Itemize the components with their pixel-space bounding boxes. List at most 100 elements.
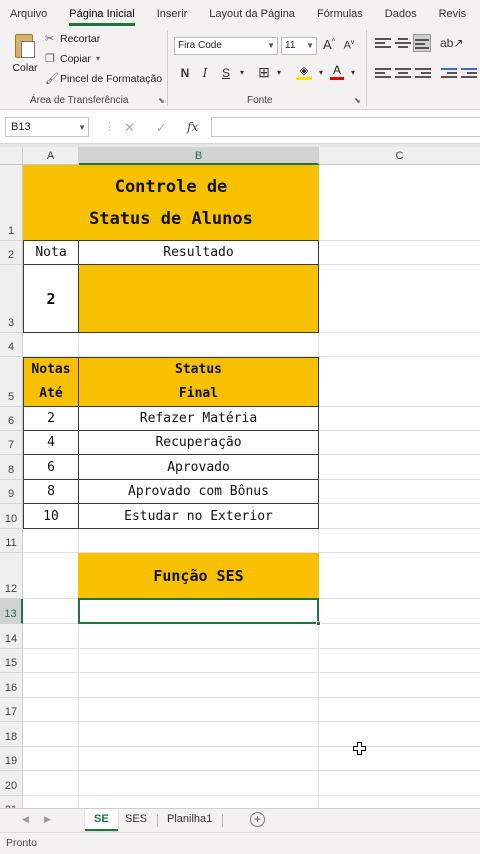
fill-color-dropdown-icon[interactable]: ▾ (313, 68, 329, 77)
next-sheet-icon[interactable]: ▶ (44, 814, 51, 825)
fill-color-button[interactable]: ◈ (296, 64, 312, 80)
bold-button[interactable]: N (177, 66, 193, 80)
tab-pagina-inicial[interactable]: Página Inicial (69, 8, 135, 26)
copy-dropdown-icon[interactable]: ▾ (96, 54, 100, 63)
tab-inserir[interactable]: Inserir (157, 8, 188, 26)
row-header[interactable]: 15 (0, 649, 23, 673)
sheet-tab-se[interactable]: SE (85, 809, 118, 831)
enter-icon[interactable]: ✓ (156, 120, 167, 136)
row-header[interactable]: 1 (0, 165, 23, 241)
table-row-nota[interactable]: 4 (23, 430, 79, 455)
italic-button[interactable]: I (197, 66, 213, 80)
sheet-tabs-bar: ◀ ▶ SE SES Planilha1 + (0, 808, 480, 832)
row-header[interactable]: 13 (0, 599, 23, 624)
font-color-button[interactable]: A (330, 63, 344, 81)
tab-arquivo[interactable]: Arquivo (10, 8, 47, 26)
sheet-tab-ses[interactable]: SES (116, 809, 156, 831)
underline-dropdown-icon[interactable]: ▾ (234, 68, 250, 77)
decrease-indent-icon[interactable] (441, 66, 457, 80)
table-row-nota[interactable]: 8 (23, 479, 79, 504)
align-top-icon[interactable] (375, 36, 391, 50)
insert-function-icon[interactable]: fx (187, 120, 198, 134)
row-header[interactable]: 17 (0, 698, 23, 722)
row-header[interactable]: 4 (0, 333, 23, 357)
row-header[interactable]: 6 (0, 407, 23, 431)
font-launcher-icon[interactable]: ⬊ (354, 96, 361, 105)
increase-indent-icon[interactable] (461, 66, 477, 80)
title-line-2: Status de Alunos (89, 208, 253, 229)
fill-handle[interactable] (316, 621, 321, 626)
previous-sheet-icon[interactable]: ◀ (22, 814, 29, 825)
table-row-status[interactable]: Estudar no Exterior (78, 503, 319, 529)
format-painter-button[interactable]: 🖌 Pincel de Formatação (45, 72, 162, 86)
table-row-nota[interactable]: 2 (23, 406, 79, 431)
row-header[interactable]: 11 (0, 529, 23, 553)
cells-area[interactable]: Controle de Status de Alunos Nota Result… (23, 165, 480, 808)
orientation-icon[interactable]: ab↗ (440, 36, 463, 50)
table-row-status[interactable]: Aprovado com Bônus (78, 479, 319, 504)
align-center-icon[interactable] (395, 66, 411, 80)
selected-cell-b13[interactable] (78, 598, 319, 624)
row-header[interactable]: 12 (0, 553, 23, 599)
table-row-nota[interactable]: 10 (23, 503, 79, 529)
row-header[interactable]: 14 (0, 624, 23, 649)
tab-layout-da-pagina[interactable]: Layout da Página (209, 8, 295, 26)
increase-font-button[interactable]: A^ (321, 37, 337, 52)
row-header[interactable]: 19 (0, 747, 23, 771)
row-header[interactable]: 9 (0, 480, 23, 504)
row-header[interactable]: 8 (0, 455, 23, 480)
underline-button[interactable]: S (218, 66, 234, 80)
divider (366, 30, 367, 106)
row-header[interactable]: 10 (0, 504, 23, 529)
table-row-nota[interactable]: 6 (23, 454, 79, 480)
font-size-select[interactable]: 11 ▼ (281, 37, 317, 55)
row-header[interactable]: 18 (0, 722, 23, 747)
row-header[interactable]: 20 (0, 771, 23, 796)
row-header[interactable]: 2 (0, 241, 23, 265)
tab-formulas[interactable]: Fórmulas (317, 8, 363, 26)
paintbrush-icon: 🖌 (45, 73, 59, 85)
row-header[interactable]: 5 (0, 357, 23, 407)
column-header-a[interactable]: A (23, 147, 79, 165)
borders-dropdown-icon[interactable]: ▾ (271, 68, 287, 77)
nota-header-cell[interactable]: Nota (23, 240, 79, 265)
formula-input[interactable] (211, 117, 480, 137)
status-final-header-cell[interactable]: Status Final (78, 357, 319, 407)
align-middle-icon[interactable] (395, 36, 411, 50)
column-header-b[interactable]: B (79, 147, 319, 165)
add-sheet-button[interactable]: + (250, 812, 265, 827)
tab-revisao[interactable]: Revis (439, 8, 467, 26)
font-color-dropdown-icon[interactable]: ▾ (345, 68, 361, 77)
select-all-corner[interactable] (0, 147, 23, 165)
nota-value-cell[interactable]: 2 (23, 264, 79, 333)
row-header[interactable]: 7 (0, 431, 23, 455)
column-header-c[interactable]: C (319, 147, 480, 165)
align-bottom-icon[interactable] (413, 34, 431, 52)
row-header[interactable]: 3 (0, 265, 23, 333)
borders-icon[interactable]: ⊞ (256, 64, 272, 81)
table-row-status[interactable]: Aprovado (78, 454, 319, 480)
name-box[interactable]: B13 ▼ (5, 117, 89, 137)
resultado-value-cell[interactable] (78, 264, 319, 333)
tab-dados[interactable]: Dados (385, 8, 417, 26)
notas-ate-line-1: Notas (31, 362, 71, 377)
align-right-icon[interactable] (415, 66, 431, 80)
table-row-status[interactable]: Recuperação (78, 430, 319, 455)
sheet-tab-planilha1[interactable]: Planilha1 (158, 809, 221, 831)
resultado-header-cell[interactable]: Resultado (78, 240, 319, 265)
row-header[interactable]: 16 (0, 673, 23, 698)
decrease-font-button[interactable]: Av (341, 39, 357, 52)
ribbon: Colar ✂ Recortar ❐ Copiar ▾ 🖌 Pincel de … (0, 26, 480, 110)
font-name-select[interactable]: Fira Code ▼ (174, 37, 278, 55)
increase-font-icon: A (323, 37, 332, 52)
copy-button[interactable]: ❐ Copiar ▾ (45, 52, 100, 66)
table-row-status[interactable]: Refazer Matéria (78, 406, 319, 431)
funcao-ses-cell[interactable]: Função SES (78, 553, 319, 599)
paste-button[interactable]: Colar (10, 32, 40, 74)
clipboard-launcher-icon[interactable]: ⬊ (158, 96, 165, 105)
cancel-icon[interactable]: ✕ (124, 120, 135, 136)
align-left-icon[interactable] (375, 66, 391, 80)
cut-button[interactable]: ✂ Recortar (45, 32, 100, 46)
title-cell[interactable]: Controle de Status de Alunos (23, 165, 319, 240)
notas-ate-header-cell[interactable]: Notas Até (23, 357, 79, 407)
